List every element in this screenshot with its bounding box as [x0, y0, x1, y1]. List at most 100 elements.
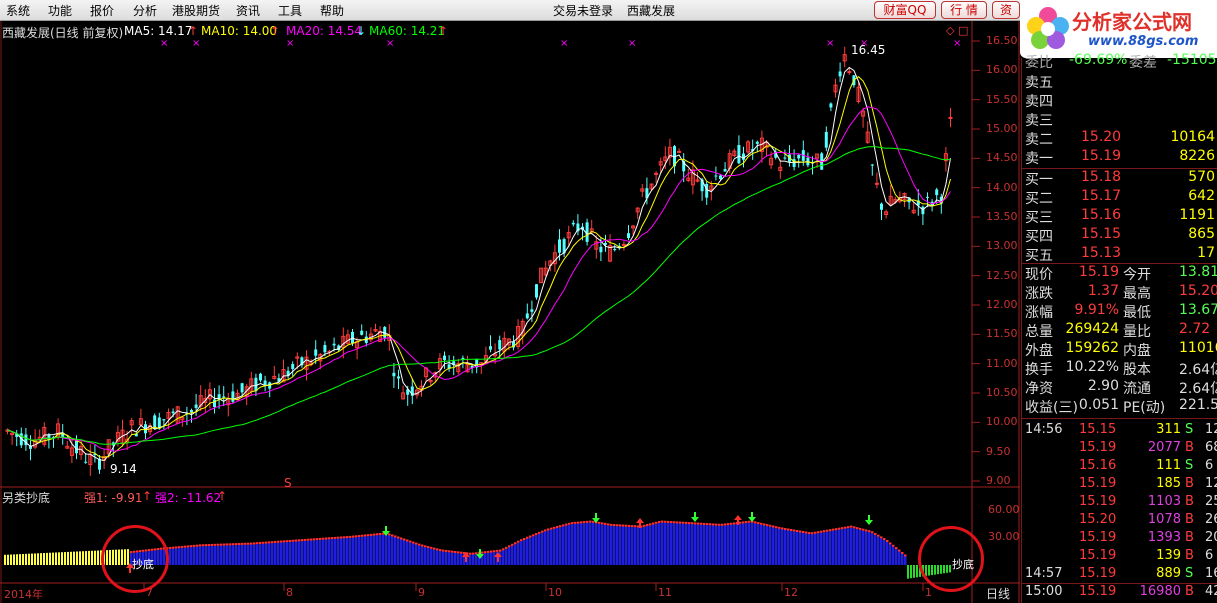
kline-chart[interactable]: × × × × × × × × × [0, 21, 1020, 603]
stat-label: 总量 [1025, 324, 1053, 340]
indicator-bar [376, 535, 379, 565]
indicator-axis-60: 60.00 [988, 503, 1020, 516]
buy-level-row[interactable]: 买二 15.17 642 [1021, 188, 1217, 207]
candle-body [397, 376, 400, 379]
indicator-bar [859, 529, 862, 565]
buy-level-row[interactable]: 买三 15.16 1191 [1021, 207, 1217, 226]
indicator-bar [22, 553, 24, 565]
tick-count: 26 [1205, 512, 1217, 527]
stat-value-2: 110162 [1179, 340, 1217, 356]
indicator-bar [418, 545, 421, 565]
indicator-bar-cap [397, 536, 400, 539]
menu-hk-futures[interactable]: 港股期货 [172, 2, 220, 19]
indicator-bar [697, 524, 700, 565]
indicator-bar [268, 543, 271, 565]
chart-area[interactable]: × × × × × × × × × 西藏发展(日线 前复权) MA5: 14.17 ↑ MA10… [0, 21, 1020, 603]
indicator-bar-cap [592, 520, 595, 523]
indicator-bar-cap [259, 541, 262, 544]
menu-system[interactable]: 系统 [6, 2, 30, 19]
indicator-bar [328, 539, 331, 565]
price-axis-label: 15.50 [986, 92, 1018, 106]
indicator-bar-cap [217, 543, 220, 546]
ma60-line [7, 146, 951, 445]
high-price-label: 16.45 [851, 43, 886, 57]
tick-side: B [1185, 440, 1194, 455]
buy-level-row[interactable]: 买一 15.18 570 [1021, 169, 1217, 188]
wealth-qq-button[interactable]: 财富QQ [874, 1, 936, 19]
buy-level-row[interactable]: 买四 15.15 865 [1021, 226, 1217, 245]
indicator-bar [382, 534, 385, 565]
menu-tools[interactable]: 工具 [278, 2, 302, 19]
indicator-bar-cap [646, 524, 649, 527]
indicator-bar-cap [838, 527, 841, 530]
date-axis-label: 11 [658, 586, 672, 599]
indicator-bar [325, 539, 328, 565]
tick-side: S [1185, 458, 1194, 473]
indicator-bar [769, 526, 772, 565]
indicator-bar [205, 546, 208, 565]
top-marker: × [286, 38, 294, 49]
menu-function[interactable]: 功能 [48, 2, 72, 19]
buy-level-row[interactable]: 买五 15.13 17 [1021, 245, 1217, 264]
indicator-bar-cap [580, 521, 583, 524]
indicator-bar [457, 553, 460, 565]
chart-options-icon[interactable]: ◇ □ [946, 24, 968, 37]
indicator-bar [742, 523, 745, 565]
indicator-bar-cap [319, 537, 322, 540]
indicator-bar-cap [859, 527, 862, 530]
sell-level-row[interactable]: 卖三 [1021, 110, 1217, 129]
indicator-bar-cap [877, 534, 880, 537]
sell-level-row[interactable]: 卖四 [1021, 91, 1217, 110]
indicator-bar-cap [772, 525, 775, 528]
indicator-bar [703, 524, 706, 565]
stat-value-2: 221.5 [1179, 397, 1217, 413]
indicator-bar [85, 551, 87, 565]
indicator-bar-cap [703, 522, 706, 525]
indicator-bar-cap [529, 535, 532, 538]
indicator-bar [805, 533, 808, 565]
indicator-bar [550, 529, 553, 565]
indicator-bar-cap [346, 536, 349, 539]
stat-row: 总量 269424 量比 2.72 [1021, 321, 1217, 340]
indicator-bar [676, 523, 679, 565]
buy-level-price: 15.17 [1081, 188, 1122, 204]
market-button[interactable]: 行 情 [941, 1, 987, 19]
indicator-bar-cap [754, 521, 757, 524]
indicator-bar [790, 531, 793, 565]
indicator-bar [238, 545, 241, 565]
indicator-bar [802, 533, 805, 565]
window-stock-name: 西藏发展 [627, 4, 676, 18]
date-axis-label: 1 [925, 586, 932, 599]
indicator-bar-cap [325, 537, 328, 540]
indicator-bar-cap [502, 548, 505, 551]
sell-level-row[interactable]: 卖二 15.20 10164 [1021, 129, 1217, 148]
candle-body [323, 345, 327, 353]
indicator-bar [832, 530, 835, 565]
tick-volume: 1078 [1147, 512, 1181, 527]
indicator-bar [433, 549, 436, 565]
period-label[interactable]: 日线 [986, 585, 1010, 602]
indicator-bar [907, 565, 909, 579]
indicator-bar-cap [649, 523, 652, 526]
menu-help[interactable]: 帮助 [320, 2, 344, 19]
menu-quote[interactable]: 报价 [90, 2, 114, 19]
indicator-bar-cap [610, 523, 613, 526]
tick-count: 429 [1205, 584, 1217, 599]
indicator-bar-cap [826, 529, 829, 532]
indicator-bar [565, 525, 568, 565]
indicator-bar [172, 548, 175, 565]
indicator-bar [334, 538, 337, 565]
indicator-bar [913, 565, 915, 578]
menu-info[interactable]: 资讯 [236, 2, 260, 19]
menu-analysis[interactable]: 分析 [133, 2, 157, 19]
tick-price: 15.19 [1079, 584, 1117, 599]
stat-row: 涨跌 1.37 最高 15.20 [1021, 283, 1217, 302]
indicator-bar [772, 527, 775, 565]
info-button[interactable]: 资 [992, 1, 1020, 19]
indicator-bar-cap [658, 521, 661, 524]
indicator-bar [181, 547, 184, 565]
indicator-bar [331, 539, 334, 565]
indicator-bar [46, 552, 48, 565]
sell-level-row[interactable]: 卖五 [1021, 72, 1217, 91]
sell-level-row[interactable]: 卖一 15.19 8226 [1021, 148, 1217, 167]
